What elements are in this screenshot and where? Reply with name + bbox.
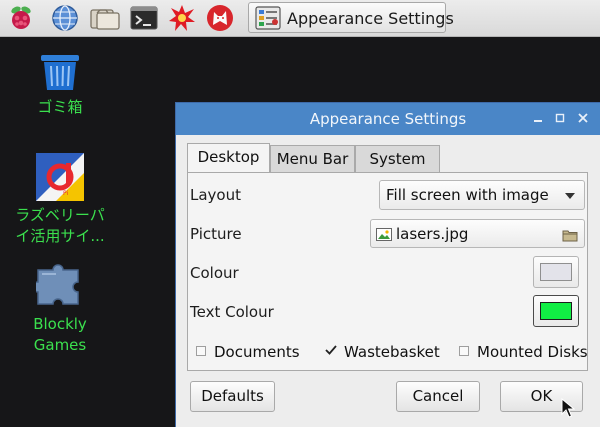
trash-icon[interactable] (38, 52, 82, 92)
raspi-site-label-line2: イ活用サイ... (15, 227, 105, 245)
blockly-label-line1: Blockly (33, 315, 87, 333)
text-colour-label: Text Colour (190, 303, 274, 321)
svg-text:Pi: Pi (63, 190, 68, 197)
folder-icon[interactable] (88, 4, 122, 32)
puzzle-icon[interactable] (32, 262, 84, 306)
terminal-icon[interactable] (130, 4, 158, 32)
tab-desktop[interactable]: Desktop (187, 143, 270, 172)
minimize-icon[interactable] (531, 111, 545, 125)
close-icon[interactable] (576, 111, 590, 125)
documents-checkbox[interactable]: Documents (196, 342, 306, 362)
picture-file-chooser[interactable]: lasers.jpg (370, 219, 585, 248)
colour-picker-button[interactable] (533, 256, 579, 288)
colour-label: Colour (190, 264, 239, 282)
colour-swatch (540, 263, 572, 281)
documents-checkbox-box[interactable] (196, 346, 206, 356)
tab-menu-bar[interactable]: Menu Bar (270, 145, 355, 172)
appearance-settings-window: Appearance Settings Desktop Menu Bar Sys… (176, 103, 600, 427)
wolfram-wolf-icon[interactable] (206, 4, 234, 32)
wastebasket-checkbox-label: Wastebasket (344, 343, 440, 361)
layout-dropdown[interactable]: Fill screen with image (379, 180, 585, 210)
appearance-settings-icon (255, 6, 281, 30)
image-file-icon (376, 227, 392, 245)
documents-checkbox-label: Documents (214, 343, 300, 361)
wastebasket-checkbox[interactable]: Wastebasket (325, 342, 446, 362)
trash-label: ゴミ箱 (37, 98, 83, 116)
mounted-disks-checkbox-box[interactable] (459, 346, 469, 356)
appearance-settings-task-button[interactable]: Appearance Settings (248, 2, 454, 33)
window-titlebar[interactable]: Appearance Settings (176, 103, 600, 135)
folder-open-icon (562, 228, 578, 246)
picture-filename: lasers.jpg (396, 225, 469, 243)
mounted-disks-checkbox[interactable]: Mounted Disks (459, 342, 589, 362)
layout-dropdown-value: Fill screen with image (386, 186, 549, 204)
mouse-cursor-icon (561, 397, 576, 418)
raspi-site-label-line1: ラズベリーパ (15, 206, 105, 224)
raspi-site-icon[interactable]: Pi (36, 153, 84, 201)
raspberry-icon[interactable] (7, 4, 35, 32)
text-colour-swatch (540, 302, 572, 320)
cancel-button[interactable]: Cancel (396, 381, 480, 412)
blockly-label-line2: Games (33, 336, 87, 354)
taskbar: Appearance Settings (0, 0, 600, 37)
task-button-label: Appearance Settings (287, 9, 454, 28)
globe-icon[interactable] (51, 4, 79, 32)
mounted-disks-checkbox-label: Mounted Disks (477, 343, 588, 361)
defaults-button[interactable]: Defaults (190, 381, 275, 412)
maximize-icon[interactable] (553, 111, 567, 125)
picture-label: Picture (190, 225, 242, 243)
checkmark-icon[interactable] (325, 345, 337, 356)
tab-system[interactable]: System (355, 145, 440, 172)
starburst-icon[interactable] (168, 4, 196, 32)
chevron-down-icon (565, 193, 575, 199)
layout-label: Layout (190, 186, 241, 204)
text-colour-picker-button[interactable] (533, 295, 579, 327)
